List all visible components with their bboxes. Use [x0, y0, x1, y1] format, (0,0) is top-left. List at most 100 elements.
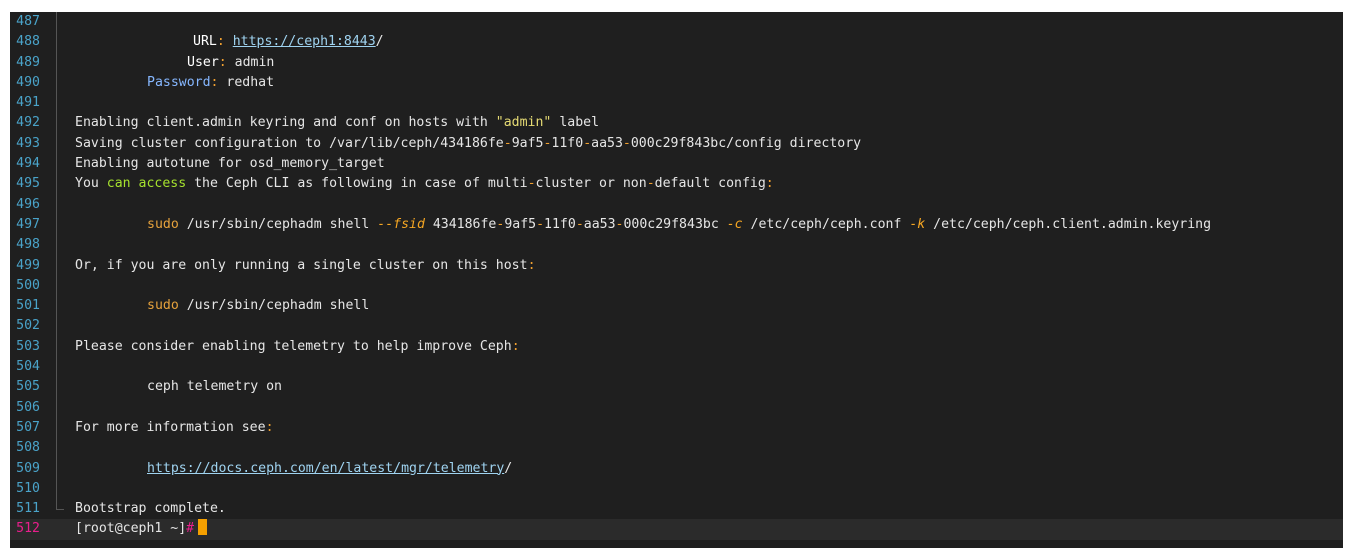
- prompt-symbol: #: [186, 521, 195, 537]
- line-number: 496: [16, 196, 40, 212]
- terminal-line: 495 You can access the Ceph CLI as follo…: [10, 174, 1343, 195]
- terminal-line: 494 Enabling autotune for osd_memory_tar…: [10, 154, 1343, 175]
- terminal-prompt-line[interactable]: 512 [root@ceph1 ~]#: [10, 519, 1343, 540]
- text-segment: label: [551, 115, 600, 131]
- terminal-line: 502: [10, 316, 1343, 337]
- fold-guide: [56, 214, 57, 236]
- line-number: 507: [16, 419, 40, 435]
- text-segment: 11f0: [551, 135, 584, 151]
- string-literal: "admin": [495, 115, 552, 131]
- line-number: 502: [16, 318, 40, 334]
- command-line: sudo /usr/sbin/cephadm shell: [75, 296, 1343, 316]
- line-number: 487: [16, 14, 40, 29]
- terminal-line: 488 URL: https://ceph1:8443/: [10, 32, 1343, 53]
- text-segment: Enabling client.admin keyring and conf o…: [75, 115, 496, 131]
- terminal-line: 498: [10, 235, 1343, 256]
- fold-guide: [56, 32, 57, 53]
- command-line: ceph telemetry on: [147, 379, 282, 395]
- text-segment: /usr/sbin/cephadm shell: [178, 216, 378, 232]
- fold-guide: [56, 296, 57, 317]
- fold-guide: [56, 113, 57, 134]
- text-segment: 9af5: [511, 135, 544, 151]
- text-segment: aa53: [591, 135, 623, 151]
- line-content: Password: redhat: [75, 73, 1343, 93]
- fold-guide: [56, 72, 57, 94]
- line-number: 500: [16, 277, 40, 293]
- line-number: 505: [16, 379, 40, 395]
- fold-guide: [56, 133, 57, 155]
- shell-prompt[interactable]: [root@ceph1 ~]#: [75, 519, 1343, 539]
- dashboard-url-link[interactable]: https://ceph1:8443: [233, 34, 376, 49]
- text-segment: You: [75, 176, 107, 192]
- line-number: 493: [16, 135, 40, 151]
- colon: :: [265, 419, 274, 435]
- terminal-line: 487: [10, 12, 1343, 33]
- user-value: admin: [226, 54, 275, 70]
- terminal-line: 493 Saving cluster configuration to /var…: [10, 133, 1343, 155]
- text-segment: For more information see: [75, 419, 266, 435]
- line-content: Please consider enabling telemetry to he…: [75, 337, 1343, 357]
- terminal-line: 510: [10, 478, 1343, 500]
- terminal-line: 499 Or, if you are only running a single…: [10, 255, 1343, 276]
- terminal-line: 497 sudo /usr/sbin/cephadm shell --fsid …: [10, 214, 1343, 236]
- terminal-line: 506: [10, 397, 1343, 418]
- line-number: 499: [16, 257, 40, 273]
- line-content: You can access the Ceph CLI as following…: [75, 174, 1343, 194]
- terminal-line: 492 Enabling client.admin keyring and co…: [10, 113, 1343, 134]
- fold-guide: [56, 438, 57, 459]
- line-number: 508: [16, 440, 40, 456]
- terminal-line: 489 User: admin: [10, 52, 1343, 73]
- line-content: Enabling client.admin keyring and conf o…: [75, 113, 1343, 133]
- fold-end-icon: [56, 499, 64, 511]
- fold-guide: [56, 275, 57, 297]
- fold-guide: [56, 458, 57, 479]
- line-number: 491: [16, 95, 40, 111]
- fold-guide: [56, 377, 57, 398]
- line-number: 488: [16, 34, 40, 50]
- text-segment: Or, if you are only running a single clu…: [75, 257, 528, 273]
- line-number: 489: [16, 54, 40, 70]
- text-segment: /etc/ceph/ceph.client.admin.keyring: [925, 216, 1212, 232]
- fold-guide: [56, 417, 57, 439]
- dash: -: [622, 135, 631, 151]
- dash: -: [575, 216, 584, 232]
- config-flag: -c: [726, 216, 743, 232]
- line-content: URL: https://ceph1:8443/: [75, 32, 1343, 52]
- fsid-flag: --fsid: [377, 216, 425, 232]
- terminal-line: 504: [10, 357, 1343, 378]
- dash: -: [503, 135, 512, 151]
- fold-guide: [56, 397, 57, 418]
- line-content: https://docs.ceph.com/en/latest/mgr/tele…: [75, 459, 1343, 479]
- line-number: 495: [16, 176, 40, 192]
- line-content: Bootstrap complete.: [75, 501, 226, 517]
- fold-guide: [56, 316, 57, 337]
- url-trail: /: [375, 34, 384, 50]
- terminal-line: 503 Please consider enabling telemetry t…: [10, 336, 1343, 358]
- line-content: Enabling autotune for osd_memory_target: [75, 156, 385, 172]
- sudo-keyword: sudo: [147, 298, 179, 314]
- text-segment: the Ceph CLI as following in case of mul…: [186, 176, 528, 192]
- dash: -: [536, 216, 545, 232]
- sudo-keyword: sudo: [147, 216, 179, 232]
- fold-guide: [56, 235, 57, 256]
- cursor-icon: [198, 519, 208, 536]
- telemetry-docs-link[interactable]: https://docs.ceph.com/en/latest/mgr/tele…: [147, 461, 504, 476]
- text-segment: 000c29f843bc: [623, 216, 727, 232]
- colon: :: [527, 257, 536, 273]
- line-number: 492: [16, 115, 40, 131]
- colon: :: [765, 176, 774, 192]
- text-segment: Saving cluster configuration to /var/lib…: [75, 135, 504, 151]
- terminal-line: 505 ceph telemetry on: [10, 377, 1343, 398]
- fold-guide: [56, 93, 57, 114]
- terminal-window[interactable]: 487 488 URL: https://ceph1:8443/ 489 Use…: [10, 12, 1343, 548]
- line-number: 509: [16, 460, 40, 476]
- fold-guide: [56, 194, 57, 215]
- text-segment: cluster or non: [535, 176, 647, 192]
- fold-guide: [56, 478, 57, 500]
- fold-guide: [56, 12, 57, 33]
- command-line: sudo /usr/sbin/cephadm shell --fsid 4341…: [75, 215, 1343, 235]
- line-content: Saving cluster configuration to /var/lib…: [75, 134, 1343, 154]
- fold-guide: [56, 336, 57, 358]
- text-segment: Please consider enabling telemetry to he…: [75, 338, 512, 354]
- line-number: 498: [16, 237, 40, 253]
